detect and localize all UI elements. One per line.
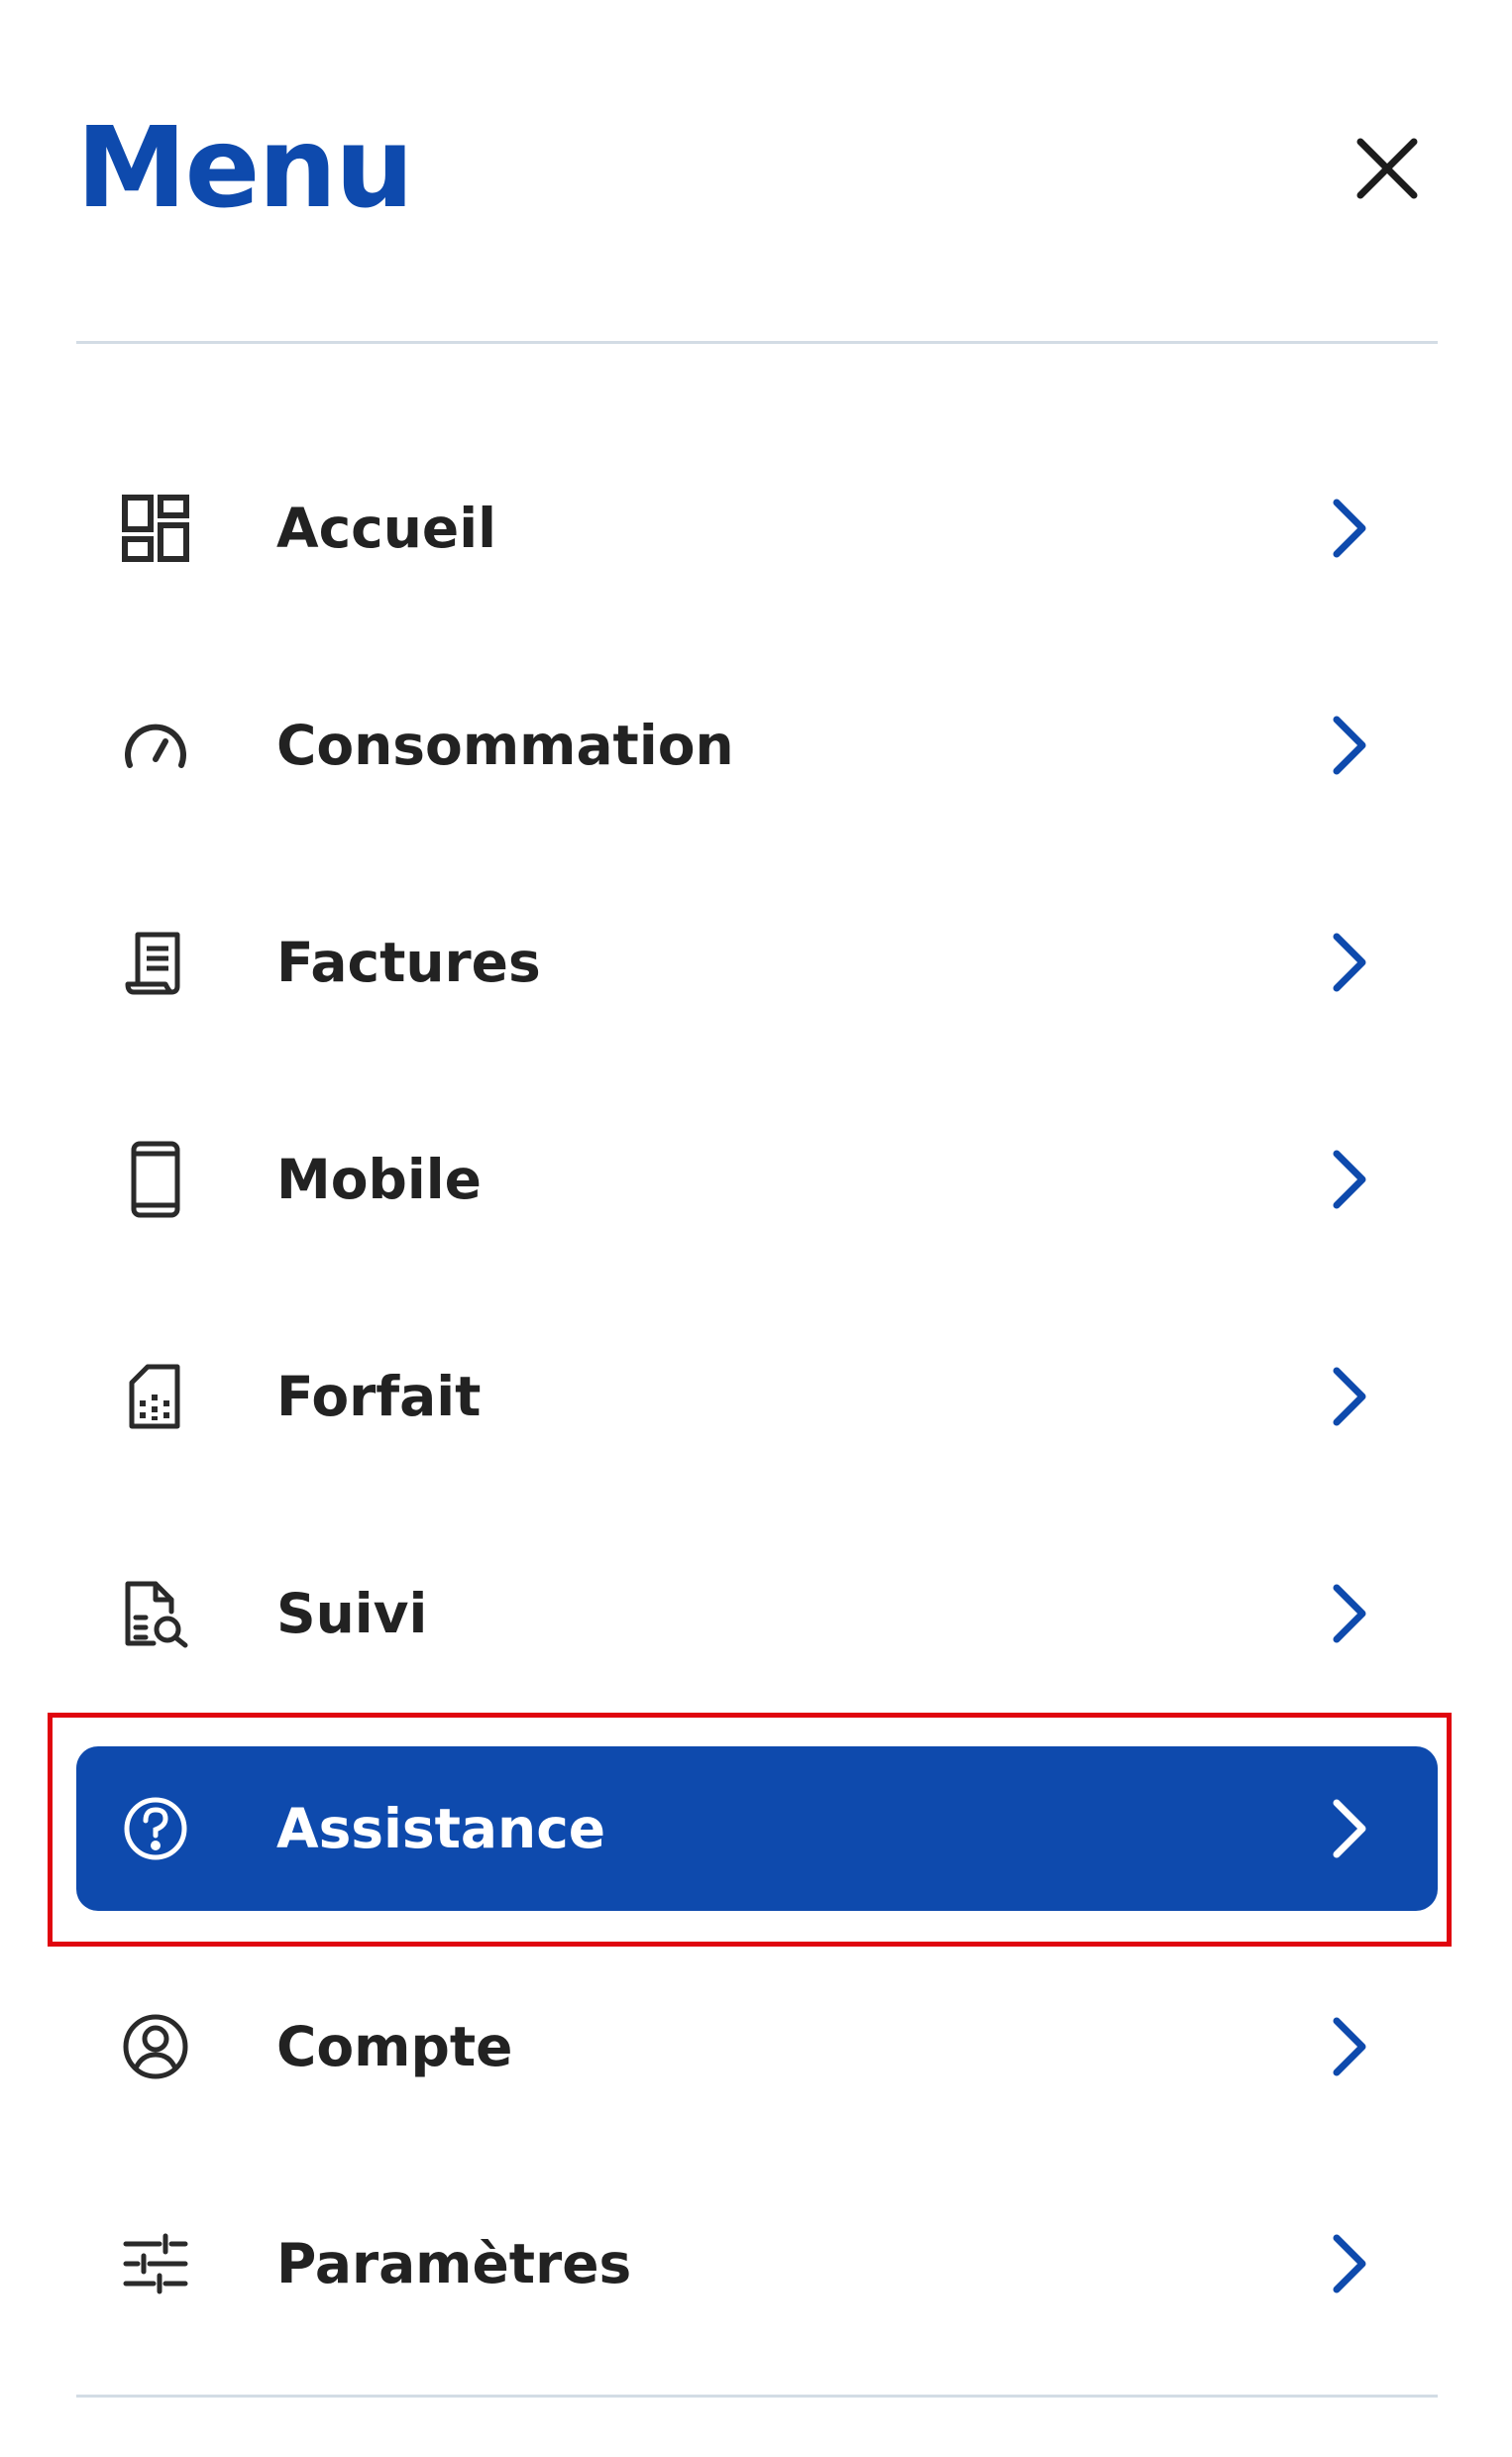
chevron-right-icon [1323,1791,1378,1866]
account-circle-icon [114,2005,197,2088]
receipt-icon [114,921,197,1004]
chevron-right-icon [1323,2226,1378,2301]
menu-item-label: Assistance [276,1797,606,1860]
page-title: Menu [76,104,414,233]
chevron-right-icon [1323,2009,1378,2084]
menu-item-mobile[interactable]: Mobile [76,1097,1438,1262]
menu-item-label: Mobile [276,1148,482,1211]
dashboard-icon [114,487,197,570]
chevron-right-icon [1323,925,1378,1000]
smartphone-icon [114,1138,197,1221]
menu-item-forfait[interactable]: Forfait [76,1314,1438,1479]
menu-item-parametres[interactable]: Paramètres [76,2181,1438,2346]
menu-item-factures[interactable]: Factures [76,880,1438,1045]
chevron-right-icon [1323,1576,1378,1651]
menu-item-consommation[interactable]: Consommation [76,663,1438,828]
footer-divider [76,2395,1438,2398]
chevron-right-icon [1323,491,1378,566]
menu-item-label: Consommation [276,714,734,777]
sim-card-icon [114,1355,197,1438]
chevron-right-icon [1323,1142,1378,1217]
document-search-icon [114,1572,197,1655]
menu-item-label: Forfait [276,1365,482,1428]
menu-item-assistance[interactable]: Assistance [76,1746,1438,1911]
menu-item-suivi[interactable]: Suivi [76,1531,1438,1696]
menu-item-accueil[interactable]: Accueil [76,446,1438,611]
help-circle-icon [114,1787,197,1870]
chevron-right-icon [1323,708,1378,783]
close-icon [1356,138,1418,199]
gauge-icon [114,704,197,787]
menu-item-label: Paramètres [276,2232,632,2295]
menu-item-label: Accueil [276,497,496,560]
sliders-icon [114,2222,197,2305]
menu-item-label: Factures [276,931,541,994]
menu-item-compte[interactable]: Compte [76,1964,1438,2129]
chevron-right-icon [1323,1359,1378,1434]
menu-item-label: Suivi [276,1582,428,1645]
menu-item-label: Compte [276,2015,513,2078]
close-button[interactable] [1343,124,1432,213]
header-divider [76,341,1438,344]
menu-header: Menu [0,0,1512,343]
